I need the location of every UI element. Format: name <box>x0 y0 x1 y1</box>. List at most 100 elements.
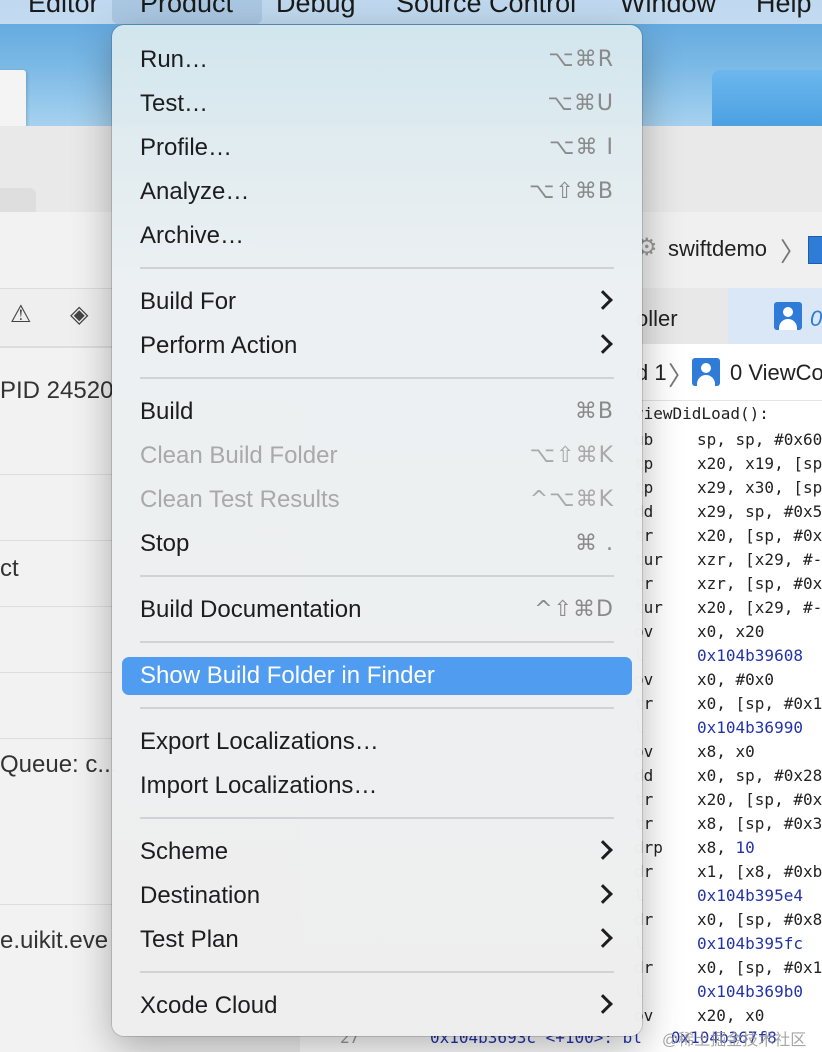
menu-item-perform-action[interactable]: Perform Action <box>122 327 632 365</box>
code-number: 10 <box>735 838 755 857</box>
window-tab-strip <box>0 188 36 212</box>
menu-item-label: Show Build Folder in Finder <box>140 662 435 689</box>
product-menu: Run… ⌥⌘R Test… ⌥⌘U Profile… ⌥⌘ I Analyze… ⌥⇧⌘B A… <box>112 25 642 1036</box>
menu-item-label: Clean Build Folder <box>140 442 338 469</box>
chevron-right-icon <box>593 334 613 354</box>
menu-item-label: Build For <box>140 288 237 315</box>
menu-item-label: Build Documentation <box>140 596 362 623</box>
code-operands: x20, [x29, #- <box>697 598 822 617</box>
code-operands: x0, sp, #0x28 <box>697 766 822 785</box>
menu-separator <box>140 267 614 269</box>
menu-item-archive[interactable]: Archive… <box>122 217 632 255</box>
person-icon <box>774 302 802 330</box>
warning-icon[interactable]: ⚠ <box>10 300 32 328</box>
document-icon[interactable] <box>0 70 26 130</box>
chevron-right-icon: 〉 <box>780 237 807 267</box>
menu-item-run[interactable]: Run… ⌥⌘R <box>122 41 632 79</box>
process-id-label: PID 24520 <box>0 377 114 404</box>
menu-item-label: Export Localizations… <box>140 728 379 755</box>
menu-item-shortcut: ⌥⇧⌘B <box>529 179 614 204</box>
menu-item-shortcut: ⌥⌘R <box>548 47 614 72</box>
code-operands: x0, x20 <box>697 622 765 641</box>
menu-item-show-build-folder[interactable]: Show Build Folder in Finder <box>122 657 632 695</box>
code-operands: 0x104b36990 <box>697 718 803 737</box>
menu-separator <box>140 707 614 709</box>
code-operands: 0x104b369b0 <box>697 982 803 1001</box>
menubar-source-control[interactable]: Source Control <box>396 0 576 19</box>
code-operands: x29, x30, [sp <box>697 478 822 497</box>
menu-item-scheme[interactable]: Scheme <box>122 833 632 871</box>
menu-item-label: Analyze… <box>140 178 250 205</box>
chevron-right-icon <box>593 290 613 310</box>
code-operands: x8, x0 <box>697 742 755 761</box>
menu-item-destination[interactable]: Destination <box>122 877 632 915</box>
menu-item-label: Profile… <box>140 134 233 161</box>
breakpoint-diamond-icon[interactable]: ◈ <box>70 300 88 328</box>
menu-item-label: Import Localizations… <box>140 772 378 799</box>
menubar-editor[interactable]: Editor <box>28 0 99 19</box>
file-icon <box>808 236 822 264</box>
menu-item-build-for[interactable]: Build For <box>122 283 632 321</box>
navigator-row-label: ct <box>0 555 19 582</box>
code-operands: x20, [sp, #0x <box>697 790 822 809</box>
chevron-right-icon: 〉 <box>668 361 695 391</box>
code-operands: x8, [sp, #0x3 <box>697 814 822 833</box>
chevron-right-icon <box>593 840 613 860</box>
watermark: @稀土掘金技术社区 <box>662 1032 807 1049</box>
menu-item-build[interactable]: Build ⌘B <box>122 393 632 431</box>
menu-item-label: Clean Test Results <box>140 486 340 513</box>
jump-project-name[interactable]: swiftdemo <box>668 236 767 262</box>
code-operands: x8, 10 <box>697 838 755 857</box>
menu-item-export-localizations[interactable]: Export Localizations… <box>122 723 632 761</box>
menu-item-label: Destination <box>140 882 261 909</box>
menu-item-shortcut: ⌥⌘ I <box>549 135 614 160</box>
menu-item-label: Build <box>140 398 194 425</box>
menubar-product[interactable]: Product <box>140 0 233 19</box>
queue-label: Queue: c... <box>0 751 118 778</box>
menu-item-analyze[interactable]: Analyze… ⌥⇧⌘B <box>122 173 632 211</box>
editor-tab-badge: 0 <box>810 306 822 331</box>
menubar-window[interactable]: Window <box>620 0 716 19</box>
menu-item-shortcut: ⌥⌘U <box>547 91 614 116</box>
code-operands: x0, #0x0 <box>697 670 775 689</box>
menu-item-shortcut: ⌘ . <box>575 531 614 556</box>
code-operands: xzr, [x29, #- <box>697 550 822 569</box>
thread-label: e.uikit.eve <box>0 927 109 954</box>
folder-icon[interactable] <box>712 70 822 130</box>
code-operands: x20, [sp, #0x <box>697 526 822 545</box>
menu-separator <box>140 575 614 577</box>
chevron-right-icon <box>593 994 613 1014</box>
menu-item-label: Perform Action <box>140 332 298 359</box>
menu-item-profile[interactable]: Profile… ⌥⌘ I <box>122 129 632 167</box>
menu-item-stop[interactable]: Stop ⌘ . <box>122 525 632 563</box>
person-icon <box>692 358 720 386</box>
breadcrumb-frame[interactable]: 0 ViewCo <box>730 360 822 386</box>
menubar-debug[interactable]: Debug <box>276 0 356 19</box>
menu-item-build-documentation[interactable]: Build Documentation ^⇧⌘D <box>122 591 632 629</box>
menubar-help[interactable]: Help <box>756 0 812 19</box>
menu-separator <box>140 971 614 973</box>
menu-separator <box>140 377 614 379</box>
editor-tab-label[interactable]: oller <box>636 306 678 332</box>
code-operands: x29, sp, #0x5 <box>697 502 822 521</box>
code-operands: sp, sp, #0x60 <box>697 430 822 449</box>
code-operands: x20, x19, [sp <box>697 454 822 473</box>
menu-item-import-localizations[interactable]: Import Localizations… <box>122 767 632 805</box>
menu-item-test-plan[interactable]: Test Plan <box>122 921 632 959</box>
code-operands: xzr, [sp, #0x <box>697 574 822 593</box>
chevron-right-icon <box>593 928 613 948</box>
code-operands: x1, [x8, #0xb <box>697 862 822 881</box>
menu-item-shortcut: ^⌥⌘K <box>529 487 614 512</box>
code-operands: x20, x0 <box>697 1006 765 1025</box>
menu-item-label: Test… <box>140 90 209 117</box>
menu-item-xcode-cloud[interactable]: Xcode Cloud <box>122 987 632 1025</box>
chevron-right-icon <box>593 884 613 904</box>
code-operands: x0, [sp, #0x1 <box>697 694 822 713</box>
menu-item-clean-build-folder: Clean Build Folder ⌥⇧⌘K <box>122 437 632 475</box>
menubar: Editor Product Debug Source Control Wind… <box>0 0 822 24</box>
menu-item-shortcut: ⌥⇧⌘K <box>529 443 614 468</box>
menu-item-label: Xcode Cloud <box>140 992 278 1019</box>
menu-item-label: Test Plan <box>140 926 239 953</box>
menu-item-test[interactable]: Test… ⌥⌘U <box>122 85 632 123</box>
code-operands: x0, [sp, #0x8 <box>697 910 822 929</box>
